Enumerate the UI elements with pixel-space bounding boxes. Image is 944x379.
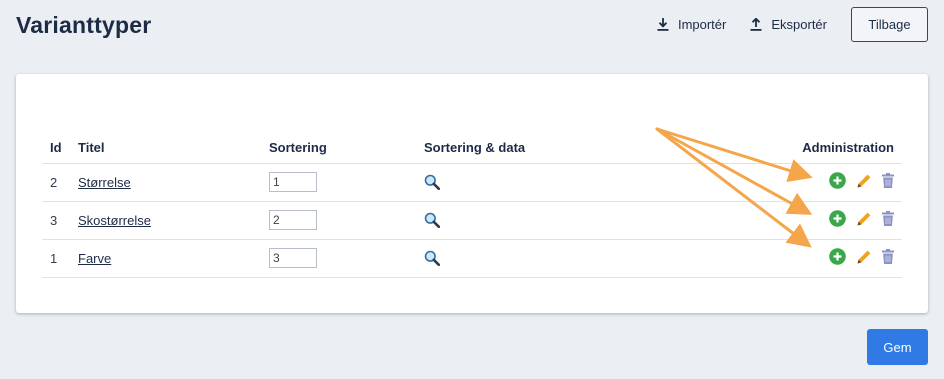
add-button[interactable] xyxy=(829,248,846,265)
delete-button[interactable] xyxy=(882,211,894,226)
table-header-row: Id Titel Sortering Sortering & data Admi… xyxy=(42,132,902,164)
export-label: Eksportér xyxy=(771,17,827,32)
sort-input[interactable] xyxy=(269,210,317,230)
save-button[interactable]: Gem xyxy=(867,329,928,365)
column-header-sort-data: Sortering & data xyxy=(416,132,666,164)
import-button[interactable]: Importér xyxy=(657,17,726,32)
column-header-id: Id xyxy=(42,132,70,164)
upload-icon xyxy=(750,18,762,31)
table-row: 2 Størrelse xyxy=(42,163,902,202)
header-actions: Importér Eksportér Tilbage xyxy=(657,7,928,42)
sort-input[interactable] xyxy=(269,172,317,192)
add-button[interactable] xyxy=(829,210,846,227)
row-title-link[interactable]: Skostørrelse xyxy=(78,213,151,228)
add-button[interactable] xyxy=(829,172,846,189)
pencil-icon xyxy=(857,250,871,264)
column-header-admin: Administration xyxy=(666,132,902,164)
back-button[interactable]: Tilbage xyxy=(851,7,928,42)
trash-icon xyxy=(882,211,894,226)
row-title-link[interactable]: Farve xyxy=(78,251,111,266)
row-id: 1 xyxy=(42,239,70,278)
download-icon xyxy=(657,18,669,31)
delete-button[interactable] xyxy=(882,249,894,264)
page-title: Varianttyper xyxy=(16,12,152,38)
pencil-icon xyxy=(857,174,871,188)
edit-button[interactable] xyxy=(856,210,872,227)
magnifier-icon[interactable] xyxy=(424,174,440,191)
edit-button[interactable] xyxy=(856,248,872,265)
plus-circle-icon xyxy=(829,210,846,227)
plus-circle-icon xyxy=(829,172,846,189)
edit-button[interactable] xyxy=(856,172,872,189)
variant-types-card: Id Titel Sortering Sortering & data Admi… xyxy=(16,74,928,313)
row-title-link[interactable]: Størrelse xyxy=(78,175,131,190)
sort-input[interactable] xyxy=(269,248,317,268)
export-button[interactable]: Eksportér xyxy=(750,17,827,32)
trash-icon xyxy=(882,173,894,188)
row-id: 3 xyxy=(42,201,70,240)
column-header-sort: Sortering xyxy=(261,132,416,164)
delete-button[interactable] xyxy=(882,173,894,188)
row-id: 2 xyxy=(42,163,70,202)
magnifier-icon[interactable] xyxy=(424,250,440,267)
magnifier-icon[interactable] xyxy=(424,212,440,229)
pencil-icon xyxy=(857,212,871,226)
table-row: 1 Farve xyxy=(42,239,902,278)
table-row: 3 Skostørrelse xyxy=(42,201,902,240)
variant-types-table: Id Titel Sortering Sortering & data Admi… xyxy=(42,132,902,278)
import-label: Importér xyxy=(677,17,727,32)
column-header-title: Titel xyxy=(70,132,261,164)
plus-circle-icon xyxy=(829,248,846,265)
trash-icon xyxy=(882,249,894,264)
